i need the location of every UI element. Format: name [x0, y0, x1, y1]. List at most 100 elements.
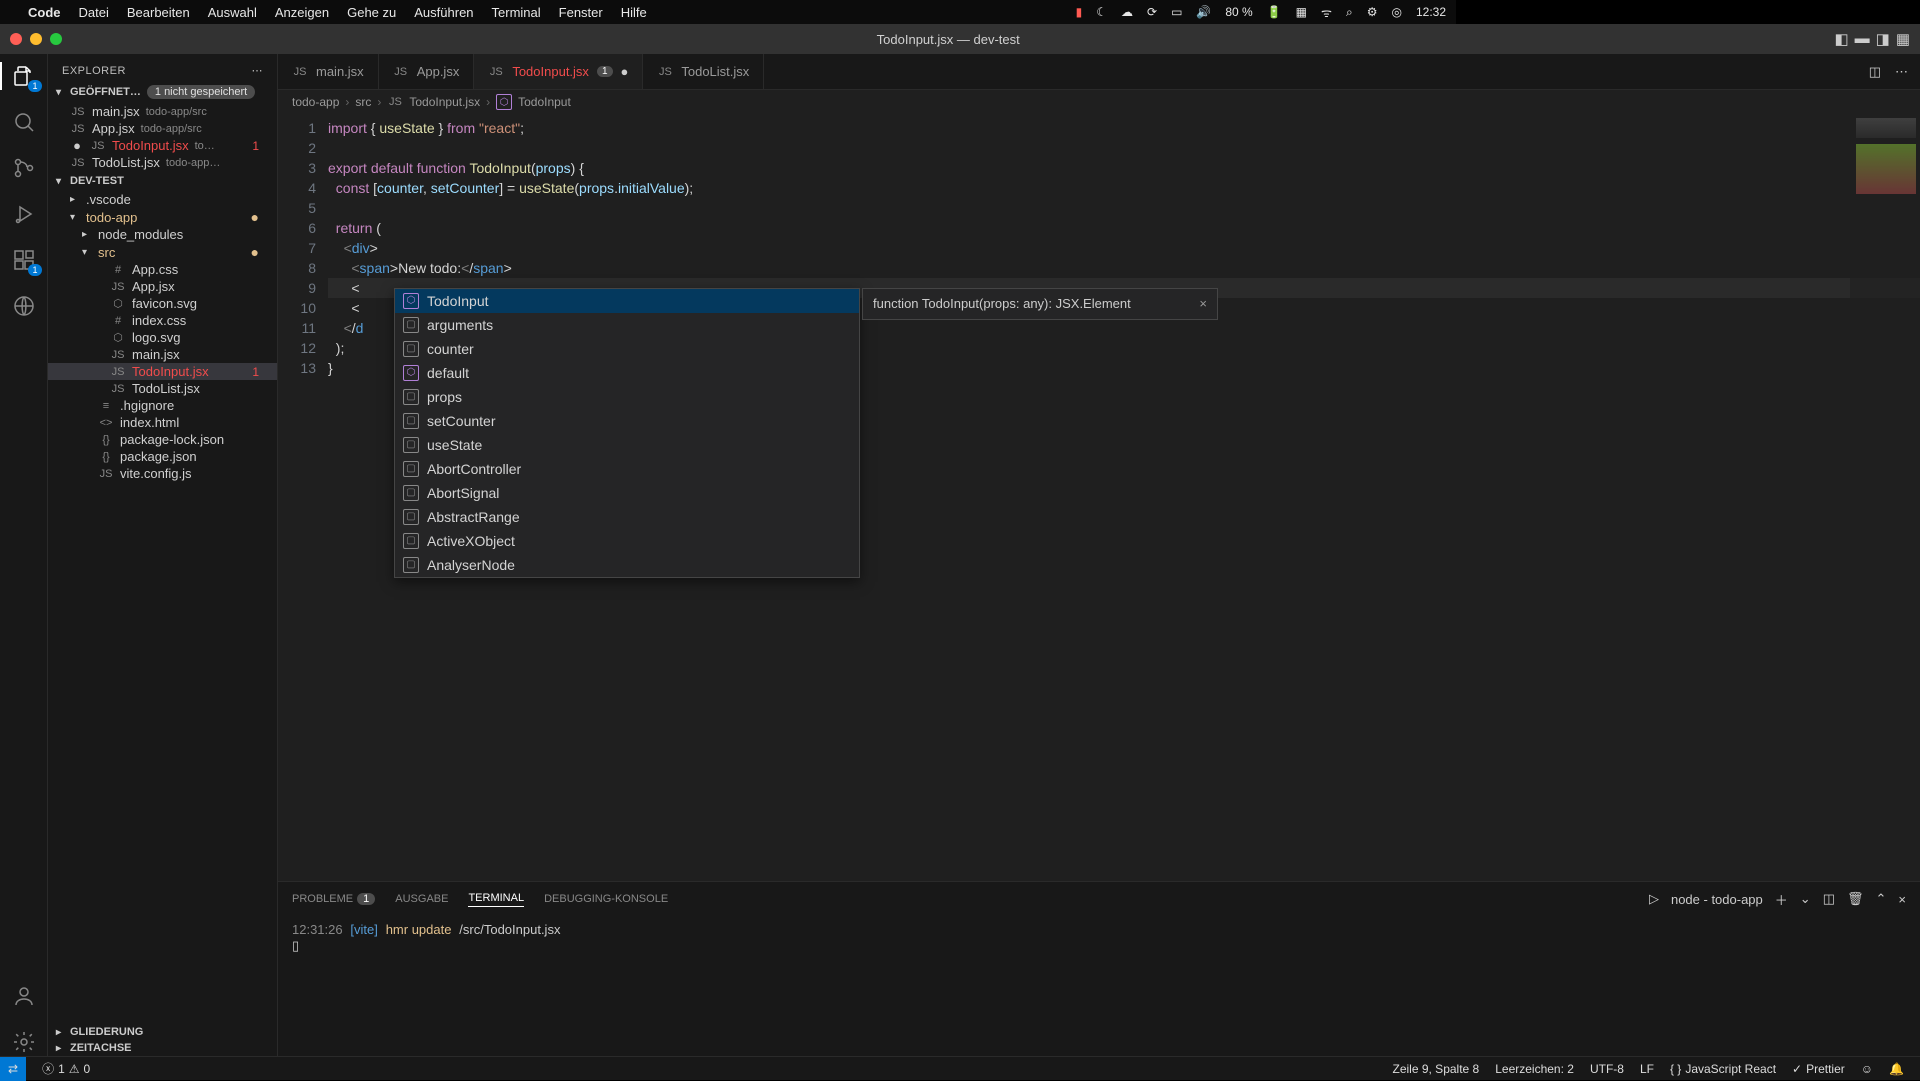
tree-item[interactable]: #index.css [48, 312, 277, 329]
menu-view[interactable]: Anzeigen [275, 5, 329, 20]
menubar-clock[interactable]: 12:32 [1416, 5, 1446, 19]
menubar-search-icon[interactable]: ⌕ [1346, 5, 1353, 20]
tab-app[interactable]: JSApp.jsx [379, 54, 475, 89]
remote-indicator[interactable]: ⇄ [0, 1057, 26, 1081]
terminal-process-icon[interactable]: ▷ [1649, 891, 1659, 907]
kill-terminal-icon[interactable]: 🗑 [1847, 891, 1864, 907]
panel-tab-terminal[interactable]: TERMINAL [468, 892, 524, 907]
close-icon[interactable]: × [1199, 295, 1207, 313]
code-content[interactable]: import { useState } from "react";export … [328, 114, 1920, 881]
tree-item[interactable]: ▾src● [48, 243, 277, 261]
suggest-item[interactable]: ▢AnalyserNode [395, 553, 859, 577]
activity-search-icon[interactable] [10, 108, 38, 136]
split-terminal-icon[interactable]: ◫ [1823, 891, 1835, 907]
tree-item[interactable]: ≡.hgignore [48, 397, 277, 414]
layout-sidebar-right-icon[interactable]: ◨ [1876, 30, 1890, 48]
layout-customize-icon[interactable]: ▦ [1896, 30, 1910, 48]
minimap[interactable] [1850, 114, 1920, 881]
suggest-item[interactable]: ▢AbortController [395, 457, 859, 481]
activity-accounts-icon[interactable] [10, 982, 38, 1010]
suggest-item[interactable]: ▢AbstractRange [395, 505, 859, 529]
open-editor-item[interactable]: JSTodoList.jsx todo-app… [48, 154, 277, 171]
suggest-item[interactable]: ▢AbortSignal [395, 481, 859, 505]
split-editor-icon[interactable]: ◫ [1869, 64, 1881, 80]
activity-extensions-icon[interactable]: 1 [10, 246, 38, 274]
maximize-panel-icon[interactable]: ⌃ [1876, 891, 1887, 907]
status-prettier[interactable]: ✓ Prettier [1792, 1062, 1845, 1076]
menubar-volume-icon[interactable]: 🔊 [1196, 5, 1211, 19]
traffic-lights[interactable] [10, 33, 62, 45]
menubar-display-icon[interactable]: ▭ [1171, 5, 1182, 19]
activity-explorer-icon[interactable]: 1 [10, 62, 38, 90]
breadcrumb[interactable]: todo-app› src› JSTodoInput.jsx› ⬡TodoInp… [278, 90, 1920, 114]
code-editor[interactable]: 12345678910111213 import { useState } fr… [278, 114, 1920, 881]
panel-tab-output[interactable]: AUSGABE [395, 893, 448, 905]
menubar-control-center-icon[interactable]: ⚙ [1367, 5, 1378, 19]
tree-item[interactable]: JSTodoInput.jsx1 [48, 363, 277, 380]
suggest-item[interactable]: ▢useState [395, 433, 859, 457]
menubar-sync-icon[interactable]: ⟳ [1147, 5, 1157, 19]
open-editor-item[interactable]: JSApp.jsx todo-app/src [48, 120, 277, 137]
tree-item[interactable]: ▾todo-app● [48, 208, 277, 226]
terminal-content[interactable]: 12:31:26 [vite] hmr update /src/TodoInpu… [278, 916, 1920, 1056]
tree-item[interactable]: ▸.vscode [48, 191, 277, 208]
layout-sidebar-left-icon[interactable]: ◧ [1834, 30, 1848, 48]
menu-selection[interactable]: Auswahl [208, 5, 257, 20]
tree-item[interactable]: JSTodoList.jsx [48, 380, 277, 397]
tab-todolist[interactable]: JSTodoList.jsx [643, 54, 764, 89]
tree-item[interactable]: ▸node_modules [48, 226, 277, 243]
menubar-moon-icon[interactable]: ☾ [1096, 5, 1107, 19]
menubar-siri-icon[interactable]: ◎ [1391, 5, 1401, 19]
tree-item[interactable]: #App.css [48, 261, 277, 278]
close-window-icon[interactable] [10, 33, 22, 45]
status-indent[interactable]: Leerzeichen: 2 [1495, 1062, 1574, 1076]
tree-item[interactable]: JSmain.jsx [48, 346, 277, 363]
timeline-section[interactable]: ZEITACHSE [48, 1040, 277, 1056]
suggest-item[interactable]: ▢counter [395, 337, 859, 361]
menu-window[interactable]: Fenster [559, 5, 603, 20]
tab-main[interactable]: JSmain.jsx [278, 54, 379, 89]
explorer-more-icon[interactable]: ⋯ [252, 64, 264, 77]
menubar-record-icon[interactable]: ▮ [1076, 5, 1083, 19]
activity-source-control-icon[interactable] [10, 154, 38, 182]
menu-terminal[interactable]: Terminal [492, 5, 541, 20]
tree-item[interactable]: <>index.html [48, 414, 277, 431]
tree-item[interactable]: JSApp.jsx [48, 278, 277, 295]
menubar-cloud-icon[interactable]: ☁ [1121, 5, 1133, 19]
tree-item[interactable]: ⬡logo.svg [48, 329, 277, 346]
tree-item[interactable]: ⬡favicon.svg [48, 295, 277, 312]
tree-item[interactable]: JSvite.config.js [48, 465, 277, 482]
status-encoding[interactable]: UTF-8 [1590, 1062, 1624, 1076]
status-feedback-icon[interactable]: ☺ [1861, 1062, 1873, 1076]
status-bell-icon[interactable]: 🔔 [1889, 1062, 1904, 1076]
menu-help[interactable]: Hilfe [621, 5, 647, 20]
minimize-window-icon[interactable] [30, 33, 42, 45]
status-eol[interactable]: LF [1640, 1062, 1654, 1076]
menu-go[interactable]: Gehe zu [347, 5, 396, 20]
tree-item[interactable]: {}package.json [48, 448, 277, 465]
tree-item[interactable]: {}package-lock.json [48, 431, 277, 448]
suggest-item[interactable]: ⬡TodoInput [395, 289, 859, 313]
new-terminal-icon[interactable]: ＋ [1775, 890, 1788, 909]
panel-tab-debug[interactable]: DEBUGGING-KONSOLE [544, 893, 668, 905]
tab-todoinput[interactable]: JSTodoInput.jsx1● [474, 54, 643, 89]
suggest-item[interactable]: ▢props [395, 385, 859, 409]
suggest-widget[interactable]: ⬡TodoInput▢arguments▢counter⬡default▢pro… [394, 288, 860, 578]
suggest-item[interactable]: ▢ActiveXObject [395, 529, 859, 553]
menu-edit[interactable]: Bearbeiten [127, 5, 190, 20]
layout-panel-icon[interactable]: ▬ [1855, 30, 1870, 48]
open-editor-item[interactable]: ●JSTodoInput.jsx to…1 [48, 137, 277, 154]
menu-file[interactable]: Datei [79, 5, 109, 20]
open-editor-item[interactable]: JSmain.jsx todo-app/src [48, 103, 277, 120]
activity-remote-icon[interactable] [10, 292, 38, 320]
suggest-item[interactable]: ▢arguments [395, 313, 859, 337]
maximize-window-icon[interactable] [50, 33, 62, 45]
menubar-battery-icon[interactable]: 🔋 [1267, 5, 1282, 19]
activity-settings-icon[interactable] [10, 1028, 38, 1056]
panel-tab-problems[interactable]: PROBLEME1 [292, 893, 375, 905]
open-editors-section[interactable]: GEÖFFNET… 1 nicht gespeichert [48, 83, 277, 101]
workspace-section[interactable]: DEV-TEST [48, 173, 277, 189]
close-panel-icon[interactable]: × [1898, 892, 1906, 907]
menubar-battery-pct[interactable]: 80 % [1225, 5, 1252, 19]
activity-run-debug-icon[interactable] [10, 200, 38, 228]
